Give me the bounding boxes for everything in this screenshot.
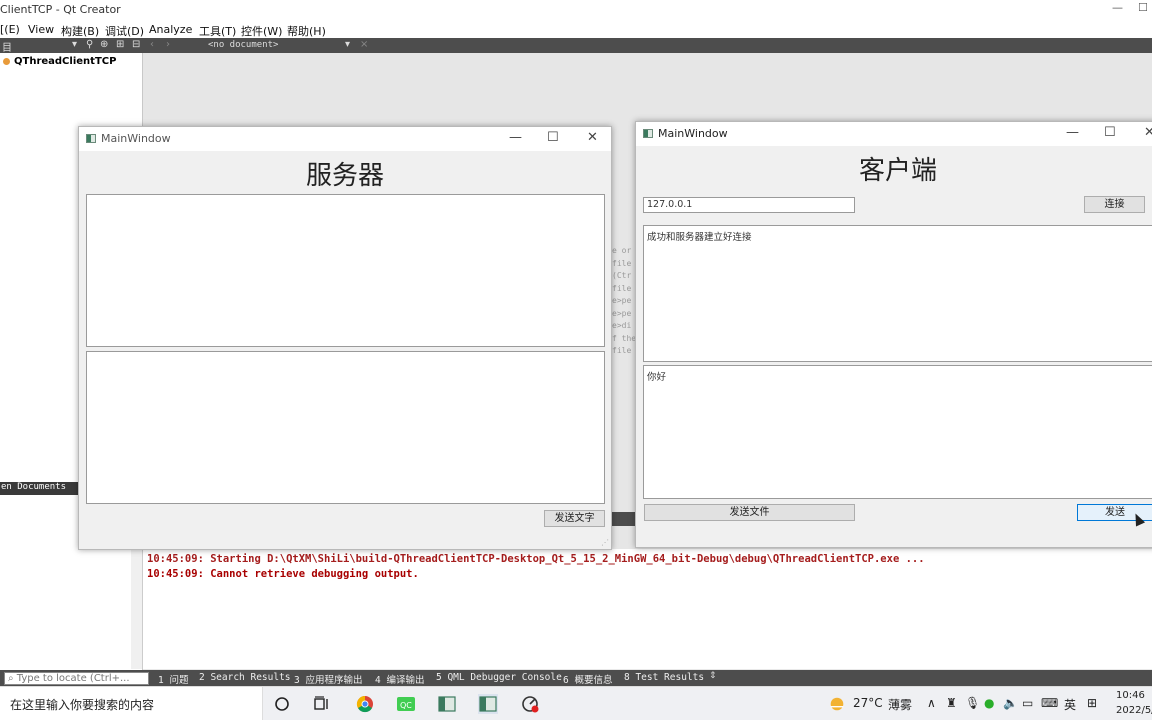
close-pane-icon[interactable]: ⊟ [132, 39, 140, 50]
forward-icon[interactable]: › [166, 39, 170, 50]
open-documents-header[interactable]: en Documents [0, 482, 80, 495]
send-file-button[interactable]: 发送文件 [644, 504, 855, 521]
ime-mode-icon[interactable]: ⊞ [1087, 696, 1097, 710]
resize-grip-icon[interactable]: ⋰ [601, 538, 609, 547]
client-window-title: MainWindow [658, 127, 728, 140]
chrome-icon[interactable] [355, 694, 375, 714]
maximize-icon[interactable]: ☐ [1104, 125, 1116, 140]
pane-compile-output[interactable]: 4 编译输出 [375, 672, 424, 686]
qt-window-title: ClientTCP - Qt Creator [0, 3, 121, 16]
wechat-icon[interactable]: ● [984, 696, 994, 710]
pane-qml-console[interactable]: 5 QML Debugger Console [436, 672, 562, 683]
project-name: QThreadClientTCP [14, 56, 117, 67]
client-receive-box[interactable]: 成功和服务器建立好连接 [643, 225, 1152, 362]
client-heading: 客户端 [859, 156, 938, 186]
menu-tools[interactable]: 工具(T) [199, 23, 236, 39]
close-document-icon[interactable]: × [360, 39, 368, 50]
tray-app-icon[interactable]: ♜ [946, 696, 957, 710]
maximize-icon[interactable]: ☐ [547, 130, 559, 145]
clock-time: 10:46 [1116, 690, 1145, 701]
output-line: 10:45:09: Cannot retrieve debugging outp… [147, 568, 419, 580]
menu-edit[interactable]: [(E) [0, 23, 20, 36]
weather-desc[interactable]: 薄雾 [888, 696, 912, 713]
keyboard-icon[interactable]: ⌨ [1041, 696, 1058, 710]
qt-statusbar: ⌕ Type to locate (Ctrl+... 1 问题 2 Search… [0, 670, 1152, 686]
filter-icon[interactable]: ⚲ [86, 39, 93, 50]
server-send-box[interactable] [86, 351, 605, 504]
qt-menubar: [(E) View 构建(B) 调试(D) Analyze 工具(T) 控件(W… [0, 20, 1152, 38]
client-app-icon[interactable] [478, 694, 498, 714]
menu-controls[interactable]: 控件(W) [241, 23, 282, 39]
clock[interactable]: 10:46 2022/5/ [1116, 688, 1152, 718]
tray-expand-icon[interactable]: ∧ [927, 696, 936, 710]
sidebar-select-icon[interactable]: 目 [2, 39, 12, 54]
server-titlebar[interactable]: MainWindow — ☐ ✕ [79, 127, 611, 151]
pane-general-messages[interactable]: 6 概要信息 [563, 672, 612, 686]
weather-icon[interactable] [828, 695, 846, 713]
client-window: MainWindow — ☐ ✕ 客户端 127.0.0.1 连接 成功和服务器… [635, 121, 1152, 548]
send-text-button[interactable]: 发送文字 [544, 510, 605, 527]
client-titlebar[interactable]: MainWindow — ☐ ✕ [636, 122, 1152, 146]
hidden-editor-text: e or file (Ctr file e>pe e>pe e>di f the file [612, 246, 637, 355]
pane-issues[interactable]: 1 问题 [158, 672, 188, 686]
cortana-icon[interactable] [272, 694, 292, 714]
server-window: MainWindow — ☐ ✕ 服务器 发送文字 ⋰ [78, 126, 612, 550]
output-line: 10:45:09: Starting D:\QtXM\ShiLi\build-Q… [147, 553, 925, 565]
chevron-down-icon[interactable]: ▾ [72, 39, 77, 50]
menu-build[interactable]: 构建(B) [61, 23, 99, 39]
menu-help[interactable]: 帮助(H) [287, 23, 326, 39]
ime-indicator[interactable]: 英 [1064, 696, 1076, 713]
minimize-icon[interactable]: — [1066, 125, 1079, 140]
toolbar-strip [612, 512, 636, 526]
document-selector[interactable]: <no document> [208, 40, 278, 50]
server-heading: 服务器 [306, 161, 385, 191]
menu-analyze[interactable]: Analyze [149, 23, 192, 36]
server-app-icon[interactable] [437, 694, 457, 714]
task-view-icon[interactable] [312, 694, 332, 714]
minimize-icon[interactable]: — [1112, 1, 1123, 14]
svg-text:QC: QC [400, 701, 412, 710]
split-icon[interactable]: ⊞ [116, 39, 124, 50]
close-icon[interactable]: ✕ [587, 130, 598, 145]
qt-titlebar: ClientTCP - Qt Creator — ☐ [0, 0, 1152, 20]
project-icon [3, 57, 10, 65]
pane-arrows-icon[interactable]: ⇕ [709, 671, 717, 681]
network-icon[interactable]: ▭ [1022, 696, 1033, 710]
app-icon [86, 134, 96, 143]
debugger-icon[interactable] [520, 694, 540, 714]
maximize-icon[interactable]: ☐ [1138, 1, 1148, 14]
pane-test-results[interactable]: 8 Test Results [624, 672, 704, 683]
taskbar: 在这里输入你要搜索的内容 QC 27°C 薄雾 ∧ ♜ 🎙 ● 🔈 ▭ ⌨ 英 … [0, 686, 1152, 720]
pane-app-output[interactable]: 3 应用程序输出 [294, 672, 362, 686]
app-icon [643, 129, 653, 138]
chevron-down-icon[interactable]: ▾ [345, 39, 350, 50]
server-window-title: MainWindow [101, 132, 171, 145]
link-icon[interactable]: ⊕ [100, 39, 108, 50]
volume-icon[interactable]: 🔈 [1003, 696, 1018, 710]
microphone-icon[interactable]: 🎙 [965, 696, 980, 710]
qt-creator-icon[interactable]: QC [396, 694, 416, 714]
menu-view[interactable]: View [28, 23, 54, 36]
qt-editor-toolbar: 目 ▾ ⚲ ⊕ ⊞ ⊟ ‹ › <no document> ▾ × [0, 38, 1152, 54]
locate-input[interactable]: ⌕ Type to locate (Ctrl+... [4, 672, 149, 685]
server-receive-box[interactable] [86, 194, 605, 347]
taskbar-search-input[interactable]: 在这里输入你要搜索的内容 [0, 687, 263, 720]
scrollbar[interactable] [131, 549, 143, 669]
connect-button[interactable]: 连接 [1084, 196, 1145, 213]
weather-temp[interactable]: 27°C [853, 696, 883, 710]
client-send-box[interactable]: 你好 [643, 365, 1152, 499]
pane-search-results[interactable]: 2 Search Results [199, 672, 291, 683]
ip-address-input[interactable]: 127.0.0.1 [643, 197, 855, 213]
minimize-icon[interactable]: — [509, 130, 522, 145]
menu-debug[interactable]: 调试(D) [105, 23, 144, 39]
close-icon[interactable]: ✕ [1144, 125, 1152, 140]
back-icon[interactable]: ‹ [150, 39, 154, 50]
application-output: 10:45:09: Starting D:\QtXM\ShiLi\build-Q… [143, 549, 1152, 669]
clock-date: 2022/5/ [1116, 705, 1152, 716]
project-item[interactable]: QThreadClientTCP [3, 56, 116, 67]
